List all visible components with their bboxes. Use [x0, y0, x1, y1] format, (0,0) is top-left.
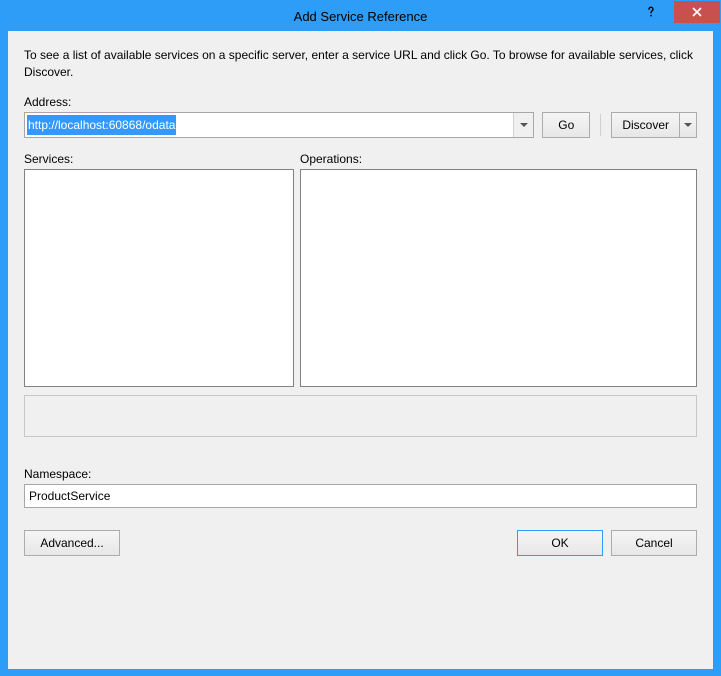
dialog-client: To see a list of available services on a…: [8, 31, 713, 669]
address-dropdown-button[interactable]: [513, 113, 533, 137]
help-button[interactable]: [628, 1, 674, 23]
namespace-label: Namespace:: [24, 467, 697, 481]
help-icon: [645, 6, 657, 18]
address-combobox[interactable]: http://localhost:60868/odata: [24, 112, 534, 138]
address-label: Address:: [24, 95, 697, 109]
titlebar[interactable]: Add Service Reference: [1, 1, 720, 31]
discover-button[interactable]: Discover: [611, 112, 679, 138]
cancel-button[interactable]: Cancel: [611, 530, 697, 556]
window-title: Add Service Reference: [1, 9, 720, 24]
separator: [600, 114, 601, 136]
operations-listbox[interactable]: [300, 169, 697, 387]
dialog-footer: Advanced... OK Cancel: [24, 530, 697, 556]
status-box: [24, 395, 697, 437]
advanced-button[interactable]: Advanced...: [24, 530, 120, 556]
address-row: http://localhost:60868/odata Go Discover: [24, 112, 697, 138]
discover-split-button: Discover: [611, 112, 697, 138]
titlebar-controls: [628, 1, 720, 23]
operations-pane: Operations:: [300, 152, 697, 387]
services-listbox[interactable]: [24, 169, 294, 387]
operations-label: Operations:: [300, 152, 697, 166]
discover-dropdown-button[interactable]: [679, 112, 697, 138]
go-button[interactable]: Go: [542, 112, 590, 138]
close-icon: [692, 7, 702, 17]
address-input[interactable]: http://localhost:60868/odata: [25, 113, 513, 137]
ok-button[interactable]: OK: [517, 530, 603, 556]
instructions-text: To see a list of available services on a…: [24, 47, 697, 81]
panes-row: Services: Operations:: [24, 152, 697, 387]
namespace-input[interactable]: [24, 484, 697, 508]
services-pane: Services:: [24, 152, 294, 387]
chevron-down-icon: [520, 123, 528, 127]
chevron-down-icon: [684, 123, 692, 127]
address-value: http://localhost:60868/odata: [27, 115, 176, 135]
dialog-window: Add Service Reference To see a list of a…: [0, 0, 721, 676]
services-label: Services:: [24, 152, 294, 166]
close-button[interactable]: [674, 1, 720, 23]
